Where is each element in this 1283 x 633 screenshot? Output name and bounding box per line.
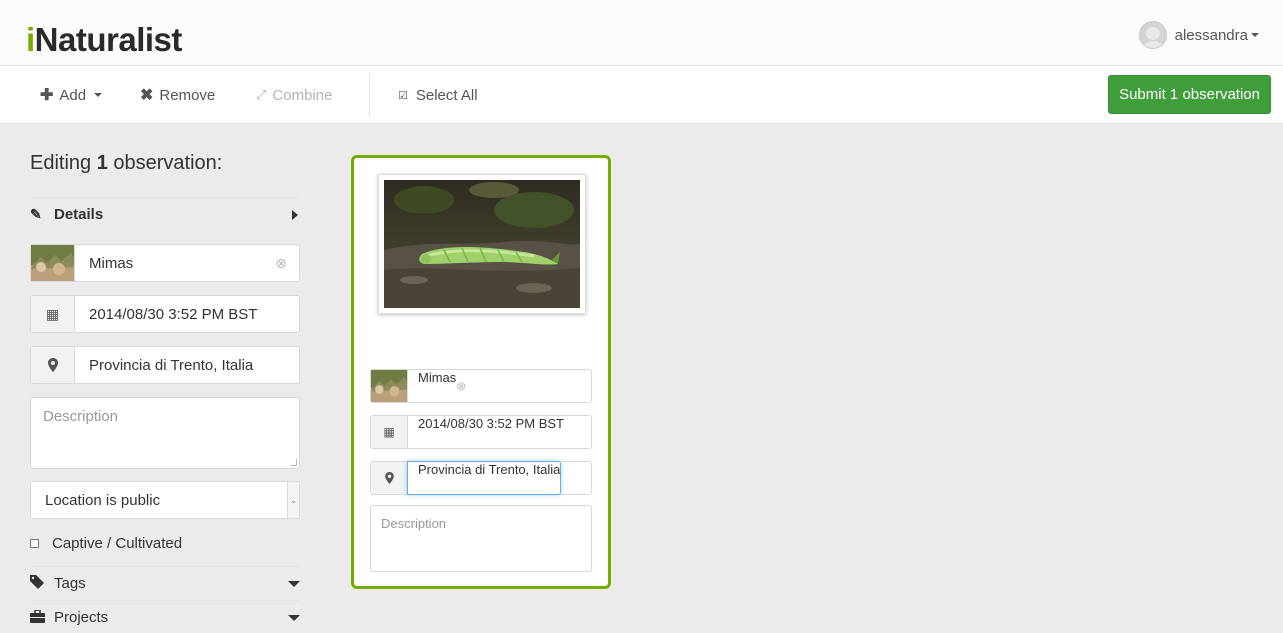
captive-checkbox-row[interactable]: Captive / Cultivated [30,533,182,553]
chevron-down-icon: ⌄ [287,482,299,518]
observation-photo-frame[interactable] [378,174,586,314]
combine-label: Combine [272,86,333,104]
editing-title: Editing 1 observation: [30,152,222,175]
projects-label: Projects [54,609,109,626]
map-marker-icon [371,462,408,494]
toolbar: ✚ Add ✖ Remove ⤢ Combine ☑ Select All Su… [0,66,1283,124]
geoprivacy-select[interactable]: Location is public ⌄ [30,481,300,519]
card-location-value[interactable]: Provincia di Trento, Italia [407,461,562,495]
card-taxon-thumbnail [371,370,408,402]
tags-label: Tags [54,575,86,592]
select-all-button[interactable]: ☑ Select All [398,84,478,106]
plus-icon: ✚ [40,87,54,104]
chevron-right-icon [292,209,298,220]
calendar-icon: ▦ [31,296,75,332]
add-button[interactable]: ✚ Add [40,84,103,106]
description-textarea[interactable]: Description [30,397,300,469]
username: alessandra [1174,26,1248,44]
description-placeholder: Description [43,408,119,425]
tags-section-toggle[interactable]: Tags [30,566,300,600]
projects-section-toggle[interactable]: Projects [30,600,300,633]
remove-button[interactable]: ✖ Remove [140,84,215,106]
details-label: Details [54,206,104,223]
location-field[interactable]: Provincia di Trento, Italia [30,346,300,384]
tag-icon [30,575,54,592]
location-value: Provincia di Trento, Italia [89,356,254,374]
user-menu[interactable]: alessandra [1138,20,1259,50]
caret-down-icon [94,93,103,97]
observation-photo [384,180,580,308]
date-field[interactable]: ▦ 2014/08/30 3:52 PM BST [30,295,300,333]
taxon-thumbnail [31,245,75,281]
select-all-label: Select All [415,86,478,104]
card-description-textarea[interactable]: Description [370,505,592,572]
details-section-toggle[interactable]: ✎ Details [30,197,300,231]
submit-button[interactable]: Submit 1 observation [1108,75,1271,114]
resize-grip[interactable] [290,459,297,466]
captive-checkbox[interactable] [30,538,39,548]
remove-label: Remove [159,86,216,104]
taxon-value: Mimas [89,254,134,272]
clear-icon[interactable]: ⊗ [456,370,476,402]
card-date-value: 2014/08/30 3:52 PM BST [418,416,564,431]
chevron-down-icon [288,614,300,621]
title-suffix: observation: [107,152,223,174]
card-taxon-value: Mimas [418,370,457,385]
geoprivacy-value: Location is public [45,491,161,509]
combine-button[interactable]: ⤢ Combine [256,84,332,106]
title-prefix: Editing [30,152,97,174]
observation-card[interactable]: Mimas ⊗ ▦ 2014/08/30 3:52 PM BST Provinc… [351,155,611,589]
captive-label: Captive / Cultivated [52,534,183,552]
logo-i: i [26,21,35,58]
checkbox-icon: ☑ [398,89,408,102]
combine-icon: ⤢ [256,87,267,102]
briefcase-icon [30,608,54,626]
add-label: Add [59,86,87,104]
map-marker-icon [31,347,75,383]
caret-down-icon [1251,33,1259,37]
taxon-field[interactable]: Mimas ⊗ [30,244,300,282]
card-taxon-field[interactable]: Mimas ⊗ [370,369,592,403]
inaturalist-logo[interactable]: iNaturalist [26,20,182,60]
calendar-icon: ▦ [371,416,408,448]
logo-text: Naturalist [34,21,183,58]
card-date-field[interactable]: ▦ 2014/08/30 3:52 PM BST [370,415,592,449]
pencil-icon: ✎ [30,206,42,222]
clear-icon[interactable]: ⊗ [275,245,299,281]
toolbar-divider [369,74,370,116]
title-count: 1 [96,152,108,174]
avatar [1138,21,1167,49]
date-value: 2014/08/30 3:52 PM BST [89,305,258,323]
chevron-down-icon [288,580,300,587]
top-header: iNaturalist alessandra [0,0,1283,66]
x-icon: ✖ [140,87,154,104]
card-location-field[interactable]: Provincia di Trento, Italia [370,461,592,495]
card-description-placeholder: Description [381,516,447,531]
